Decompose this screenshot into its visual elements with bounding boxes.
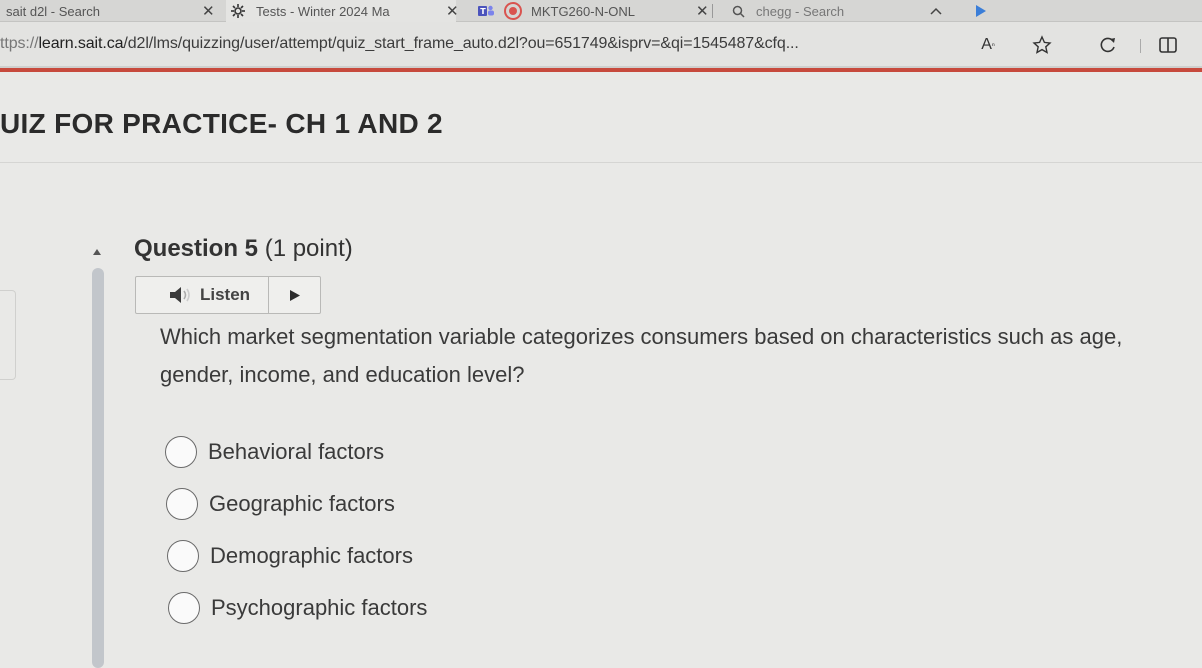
url-field[interactable]: ttps://learn.sait.ca/d2l/lms/quizzing/us… bbox=[0, 35, 799, 53]
search-icon bbox=[730, 3, 746, 19]
tab-mktg260[interactable]: T MKTG260-N-ONL ✕ bbox=[478, 0, 709, 22]
tab-sait-search[interactable]: sait d2l - Search ✕ bbox=[6, 0, 215, 22]
play-store-icon[interactable] bbox=[975, 0, 997, 22]
chevron-up-icon[interactable] bbox=[930, 0, 952, 22]
address-bar: ttps://learn.sait.ca/d2l/lms/quizzing/us… bbox=[0, 22, 1202, 68]
browser-tab-strip: sait d2l - Search ✕ Tests - Winter 2024 … bbox=[0, 0, 1202, 22]
question-accent-bar bbox=[92, 268, 104, 668]
gear-flower-icon bbox=[230, 3, 246, 19]
brand-accent-bar bbox=[0, 68, 1202, 72]
radio-button[interactable] bbox=[165, 436, 197, 468]
tab-label: chegg - Search bbox=[756, 3, 845, 19]
recording-icon bbox=[504, 2, 522, 20]
option-geographic[interactable]: Geographic factors bbox=[166, 488, 395, 520]
radio-button[interactable] bbox=[168, 592, 200, 624]
option-label: Behavioral factors bbox=[208, 439, 385, 464]
speaker-icon bbox=[136, 286, 200, 304]
option-behavioral[interactable]: Behavioral factors bbox=[165, 436, 384, 468]
close-icon[interactable]: ✕ bbox=[202, 2, 215, 20]
option-label: Psychographic factors bbox=[211, 595, 428, 620]
tab-label: Tests - Winter 2024 Ma bbox=[256, 3, 390, 19]
url-host: learn.sait.ca bbox=[38, 35, 124, 52]
tab-label: MKTG260-N-ONL bbox=[531, 3, 636, 19]
collapse-triangle-icon[interactable] bbox=[90, 246, 104, 258]
listen-widget[interactable]: Listen bbox=[135, 276, 321, 314]
option-demographic[interactable]: Demographic factors bbox=[167, 540, 413, 572]
read-aloud-icon[interactable]: Aⁿ bbox=[976, 33, 1000, 57]
split-screen-icon[interactable] bbox=[1156, 33, 1180, 57]
close-icon[interactable]: ✕ bbox=[446, 2, 459, 20]
tab-separator bbox=[712, 4, 713, 18]
toolbar-divider bbox=[1140, 39, 1141, 53]
radio-button[interactable] bbox=[167, 540, 199, 572]
left-panel-edge bbox=[0, 290, 16, 380]
svg-text:T: T bbox=[480, 7, 486, 16]
tab-chegg-search[interactable]: chegg - Search bbox=[730, 0, 910, 22]
title-divider bbox=[0, 162, 1202, 163]
favorite-star-icon[interactable] bbox=[1030, 33, 1054, 57]
question-text: Which market segmentation variable categ… bbox=[160, 324, 1123, 387]
url-prefix: ttps:// bbox=[0, 35, 39, 52]
refresh-icon[interactable] bbox=[1096, 33, 1120, 57]
play-icon[interactable] bbox=[269, 289, 320, 302]
option-label: Geographic factors bbox=[209, 491, 395, 516]
url-path: /d2l/lms/quizzing/user/attempt/quiz_star… bbox=[123, 35, 799, 52]
listen-label: Listen bbox=[200, 285, 251, 304]
question-heading: Question 5 (1 point) bbox=[134, 235, 353, 263]
read-aloud-label: A bbox=[981, 36, 992, 53]
question-number: Question 5 bbox=[134, 235, 259, 262]
question-points: (1 point) bbox=[264, 235, 353, 262]
tab-label: sait d2l - Search bbox=[6, 3, 100, 19]
teams-icon: T bbox=[478, 3, 494, 19]
option-label: Demographic factors bbox=[210, 543, 413, 568]
tab-tests-winter[interactable]: Tests - Winter 2024 Ma ✕ bbox=[226, 0, 459, 22]
radio-button[interactable] bbox=[166, 488, 198, 520]
quiz-title: UIZ FOR PRACTICE- CH 1 AND 2 bbox=[0, 108, 443, 139]
close-icon[interactable]: ✕ bbox=[696, 2, 709, 20]
option-psychographic[interactable]: Psychographic factors bbox=[168, 592, 427, 624]
